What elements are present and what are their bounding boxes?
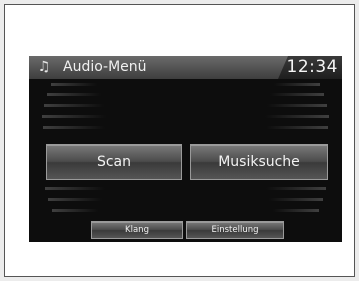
music-note-icon: ♫ [37, 59, 51, 75]
scan-button[interactable]: Scan [46, 144, 182, 180]
klang-button[interactable]: Klang [91, 221, 183, 239]
title-bar: ♫ Audio-Menü 12:34 [29, 56, 342, 79]
screen-title: Audio-Menü [63, 59, 147, 75]
audio-screen: ♫ Audio-Menü 12:34 Scan Musiksuche Klang… [29, 56, 342, 242]
figure-frame: ♫ Audio-Menü 12:34 Scan Musiksuche Klang… [4, 4, 355, 277]
musiksuche-button[interactable]: Musiksuche [190, 144, 328, 180]
clock: 12:34 [286, 57, 338, 77]
einstellung-button[interactable]: Einstellung [186, 221, 284, 239]
